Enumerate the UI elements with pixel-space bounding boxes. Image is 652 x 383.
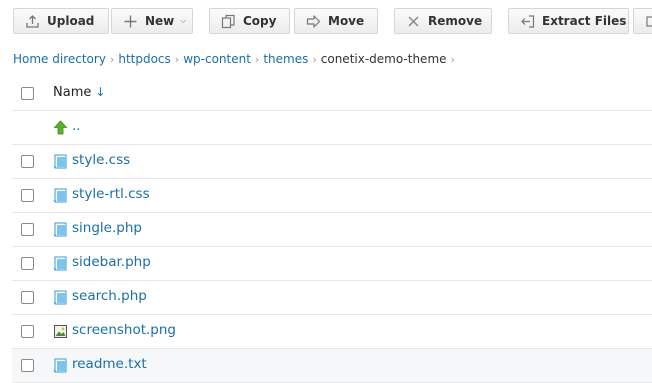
breadcrumb-separator: ›	[451, 53, 455, 66]
file-icon	[53, 154, 68, 169]
copy-icon	[219, 12, 237, 30]
plus-icon	[121, 12, 139, 30]
breadcrumb: Home directory › httpdocs › wp-content ›…	[13, 50, 459, 68]
breadcrumb-separator: ›	[175, 53, 179, 66]
sort-descending-icon: ↓	[95, 85, 105, 99]
file-name-link[interactable]: screenshot.png	[72, 322, 176, 338]
table-row[interactable]: readme.txt	[12, 349, 652, 383]
upload-button[interactable]: Upload	[13, 8, 109, 34]
extract-files-button[interactable]: Extract Files	[508, 8, 629, 34]
name-column-label: Name	[53, 85, 91, 100]
table-row[interactable]: style.css	[12, 145, 652, 179]
x-icon	[404, 12, 422, 30]
row-checkbox[interactable]	[21, 155, 34, 168]
file-icon	[53, 358, 68, 373]
file-icon	[53, 222, 68, 237]
file-name-link[interactable]: style-rtl.css	[72, 186, 150, 202]
copy-button[interactable]: Copy	[209, 8, 290, 34]
row-checkbox[interactable]	[21, 189, 34, 202]
breadcrumb-wp-content[interactable]: wp-content	[183, 52, 251, 66]
new-label: New	[145, 14, 174, 28]
file-name-link[interactable]: single.php	[72, 220, 142, 236]
up-arrow-icon	[53, 120, 68, 135]
copy-label: Copy	[243, 14, 276, 28]
file-icon	[53, 256, 68, 271]
table-row[interactable]: style-rtl.css	[12, 179, 652, 213]
breadcrumb-themes[interactable]: themes	[263, 52, 308, 66]
more-toolbar-button[interactable]	[633, 8, 652, 34]
file-icon	[53, 290, 68, 305]
table-header: Name ↓	[12, 77, 652, 111]
row-checkbox[interactable]	[21, 359, 34, 372]
arrow-right-icon	[304, 12, 322, 30]
upload-label: Upload	[47, 14, 94, 28]
name-column-header[interactable]: Name ↓	[53, 85, 105, 100]
row-checkbox[interactable]	[21, 291, 34, 304]
file-name-link[interactable]: search.php	[72, 288, 147, 304]
row-checkbox[interactable]	[21, 223, 34, 236]
row-checkbox[interactable]	[21, 325, 34, 338]
new-button[interactable]: New ⌵	[111, 8, 193, 34]
select-all-checkbox[interactable]	[21, 87, 34, 100]
parent-directory-row[interactable]: ..	[12, 111, 652, 145]
file-icon	[53, 188, 68, 203]
table-row[interactable]: search.php	[12, 281, 652, 315]
upload-icon	[23, 12, 41, 30]
table-row[interactable]: sidebar.php	[12, 247, 652, 281]
parent-directory-link[interactable]: ..	[72, 118, 81, 134]
extract-files-label: Extract Files	[542, 14, 626, 28]
breadcrumb-separator: ›	[255, 53, 259, 66]
breadcrumb-httpdocs[interactable]: httpdocs	[118, 52, 170, 66]
more-icon	[643, 12, 652, 30]
file-name-link[interactable]: readme.txt	[72, 356, 147, 372]
file-name-link[interactable]: sidebar.php	[72, 254, 151, 270]
breadcrumb-current-folder: conetix-demo-theme	[321, 52, 447, 66]
table-row[interactable]: screenshot.png	[12, 315, 652, 349]
extract-icon	[518, 12, 536, 30]
remove-label: Remove	[428, 14, 482, 28]
image-icon	[53, 324, 68, 339]
remove-button[interactable]: Remove	[394, 8, 492, 34]
file-name-link[interactable]: style.css	[72, 152, 130, 168]
breadcrumb-separator: ›	[110, 53, 114, 66]
breadcrumb-home-directory[interactable]: Home directory	[13, 52, 106, 66]
table-row[interactable]: single.php	[12, 213, 652, 247]
chevron-down-icon: ⌵	[180, 16, 186, 26]
move-label: Move	[328, 14, 364, 28]
toolbar: Upload New ⌵ Copy Move Remove Extract Fi…	[0, 0, 652, 42]
row-checkbox[interactable]	[21, 257, 34, 270]
file-table: Name ↓ .. style.css style-rtl.css single.…	[12, 77, 652, 383]
move-button[interactable]: Move	[294, 8, 378, 34]
breadcrumb-separator: ›	[312, 53, 316, 66]
